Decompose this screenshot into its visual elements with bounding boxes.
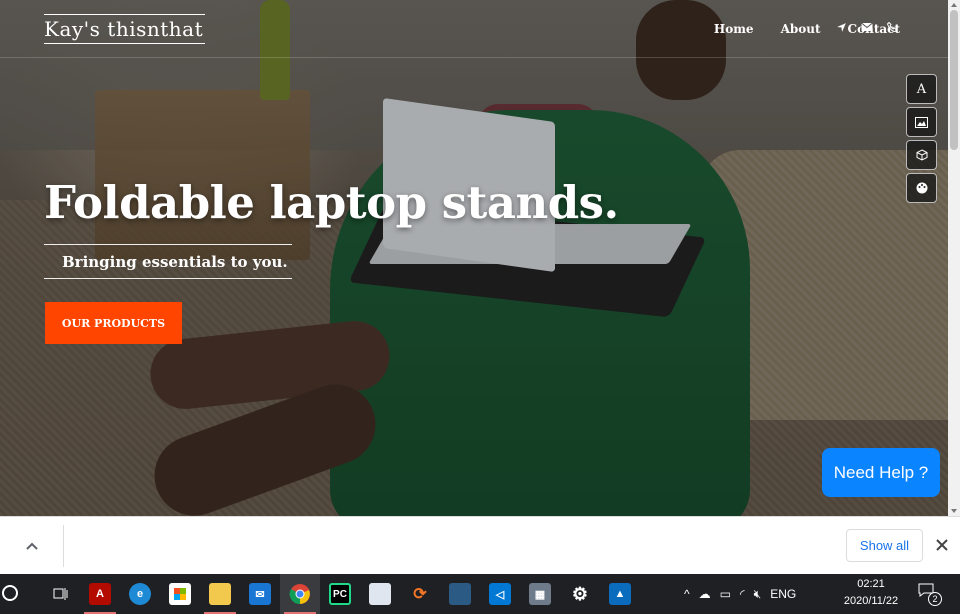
image-icon[interactable] — [906, 107, 937, 137]
close-icon[interactable] — [932, 535, 952, 555]
mail-icon[interactable]: ✉ — [240, 574, 280, 614]
envelope-icon[interactable] — [861, 22, 873, 36]
hero-headline: Foldable laptop stands. — [44, 176, 619, 229]
notification-center-icon[interactable]: 2 — [918, 583, 942, 606]
file-explorer-icon[interactable] — [200, 574, 240, 614]
nav-contact-icons — [836, 21, 898, 36]
nav-about[interactable]: About — [781, 22, 821, 36]
scroll-thumb[interactable] — [950, 10, 958, 150]
font-glyph: A — [916, 81, 927, 97]
settings-gear-icon[interactable]: ⚙ — [560, 574, 600, 614]
palette-icon[interactable] — [906, 173, 937, 203]
scroll-down-arrow-icon[interactable] — [951, 509, 957, 513]
vscode-icon[interactable]: ◁ — [480, 574, 520, 614]
cube-icon[interactable] — [906, 140, 937, 170]
brand-logo[interactable]: Kay's thisnthat — [44, 14, 205, 44]
nav-home[interactable]: Home — [714, 22, 754, 36]
task-view-icon[interactable] — [40, 574, 80, 614]
battery-icon[interactable]: ▭ — [720, 587, 731, 601]
store-icon[interactable] — [160, 574, 200, 614]
language-indicator[interactable]: ENG — [770, 587, 796, 601]
wifi-icon[interactable]: ◜ — [740, 587, 745, 601]
phone-icon[interactable] — [886, 21, 898, 36]
show-all-button[interactable]: Show all — [846, 529, 923, 562]
photos-icon[interactable]: ▲ — [600, 574, 640, 614]
clock-time: 02:21 — [857, 578, 885, 590]
navbar-divider — [0, 57, 948, 58]
taskbar-apps: A e ✉ PC ⟳ ◁ ▦ ⚙ ▲ — [40, 574, 640, 614]
pycharm-icon[interactable]: PC — [320, 574, 360, 614]
side-toolbar: A — [906, 74, 937, 203]
taskbar-clock[interactable]: 02:21 2020/11/22 — [836, 576, 906, 610]
scroll-up-arrow-icon[interactable] — [951, 3, 957, 7]
page-scrollbar[interactable] — [948, 0, 960, 516]
cloud-icon[interactable]: ☁ — [699, 587, 711, 601]
paint-icon[interactable] — [360, 574, 400, 614]
font-icon[interactable]: A — [906, 74, 937, 104]
our-products-button[interactable]: OUR PRODUCTS — [45, 302, 182, 344]
volume-muted-icon[interactable]: 🔇︎ — [754, 587, 762, 602]
edge-icon[interactable]: e — [120, 574, 160, 614]
chrome-icon[interactable] — [280, 574, 320, 614]
chevron-up-icon[interactable]: ^ — [684, 587, 690, 601]
chevron-up-icon[interactable] — [0, 525, 64, 567]
calculator-icon[interactable]: ▦ — [520, 574, 560, 614]
acrobat-icon[interactable]: A — [80, 574, 120, 614]
need-help-button[interactable]: Need Help ? — [822, 448, 940, 497]
mysql-workbench-icon[interactable] — [440, 574, 480, 614]
notification-count-badge: 2 — [928, 592, 942, 606]
download-bar: Show all — [0, 516, 960, 574]
clock-date: 2020/11/22 — [843, 595, 899, 607]
jupyter-icon[interactable]: ⟳ — [400, 574, 440, 614]
windows-taskbar: A e ✉ PC ⟳ ◁ ▦ ⚙ ▲ ^ ☁ ▭ ◜ 🔇︎ ENG 02:21 … — [0, 574, 960, 614]
location-arrow-icon[interactable] — [836, 22, 847, 36]
system-tray: ^ ☁ ▭ ◜ 🔇︎ ENG — [684, 574, 796, 614]
hero-tagline: Bringing essentials to you. — [44, 244, 292, 279]
cortana-search-icon[interactable] — [2, 585, 18, 601]
